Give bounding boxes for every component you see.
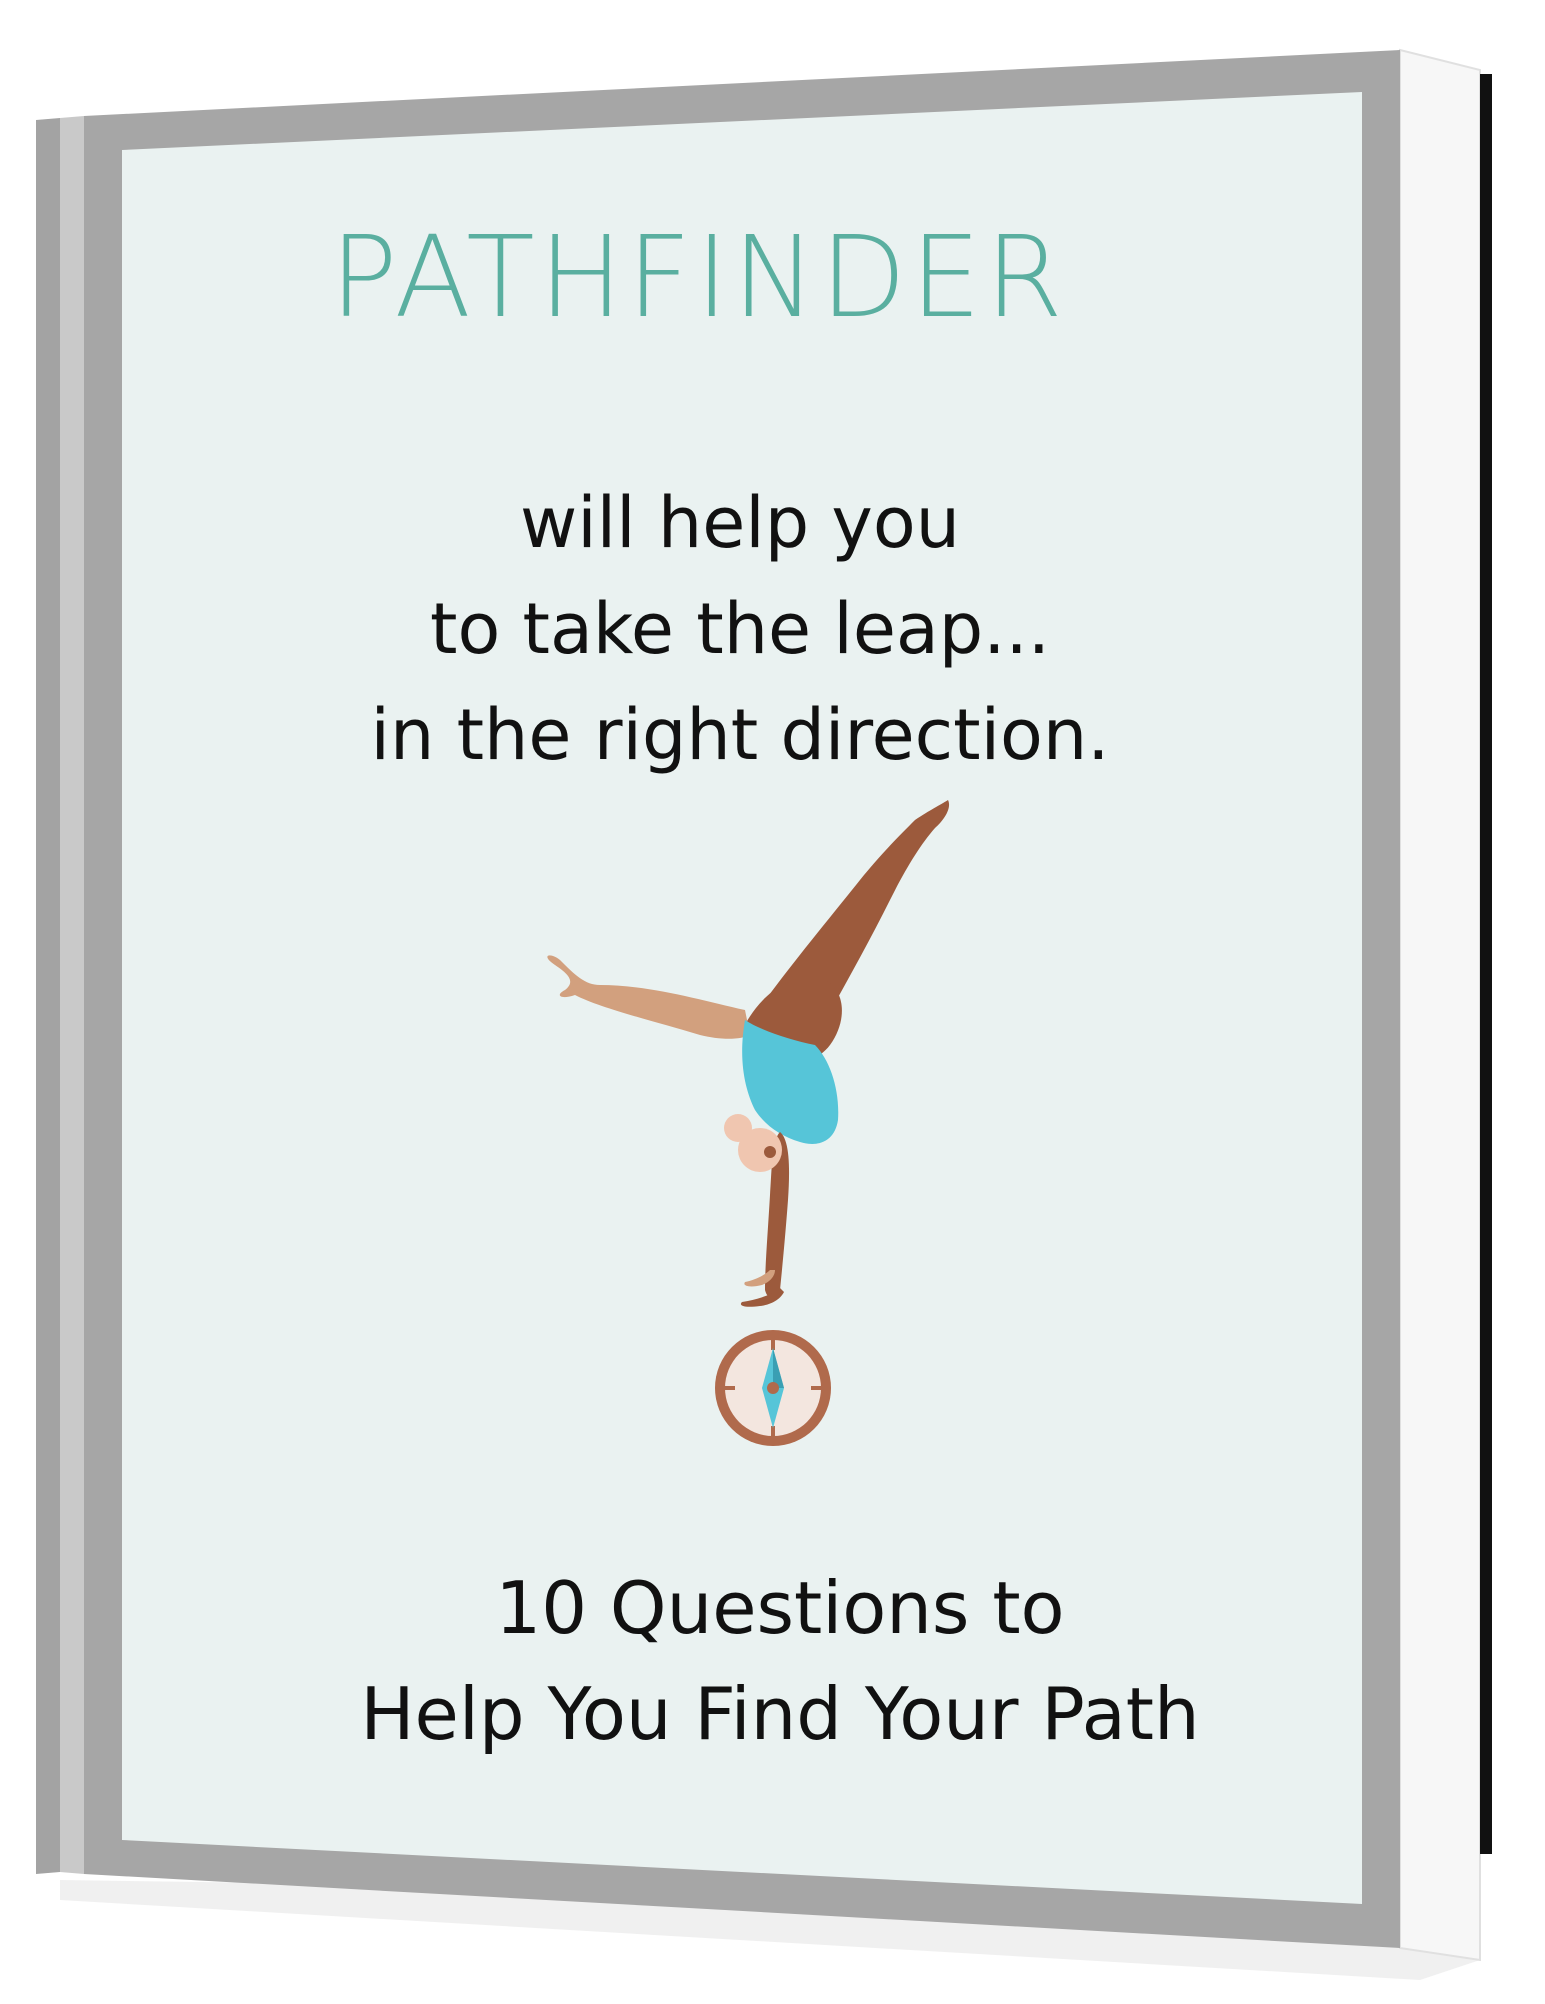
book-tagline: will help you to take the leap... in the… [300, 470, 1180, 788]
tagline-line-1: will help you [519, 482, 961, 564]
subtitle-line-1: 10 Questions to [495, 1566, 1065, 1650]
book-subtitle: 10 Questions to Help You Find Your Path [240, 1555, 1320, 1767]
book-mockup: PATHFINDER will help you to take the lea… [0, 0, 1545, 2000]
subtitle-line-2: Help You Find Your Path [360, 1672, 1200, 1756]
cover-text: PATHFINDER will help you to take the lea… [0, 0, 1545, 2000]
tagline-line-2: to take the leap... [430, 588, 1050, 670]
book-title: PATHFINDER [330, 213, 1067, 343]
tagline-line-3: in the right direction. [370, 694, 1110, 776]
